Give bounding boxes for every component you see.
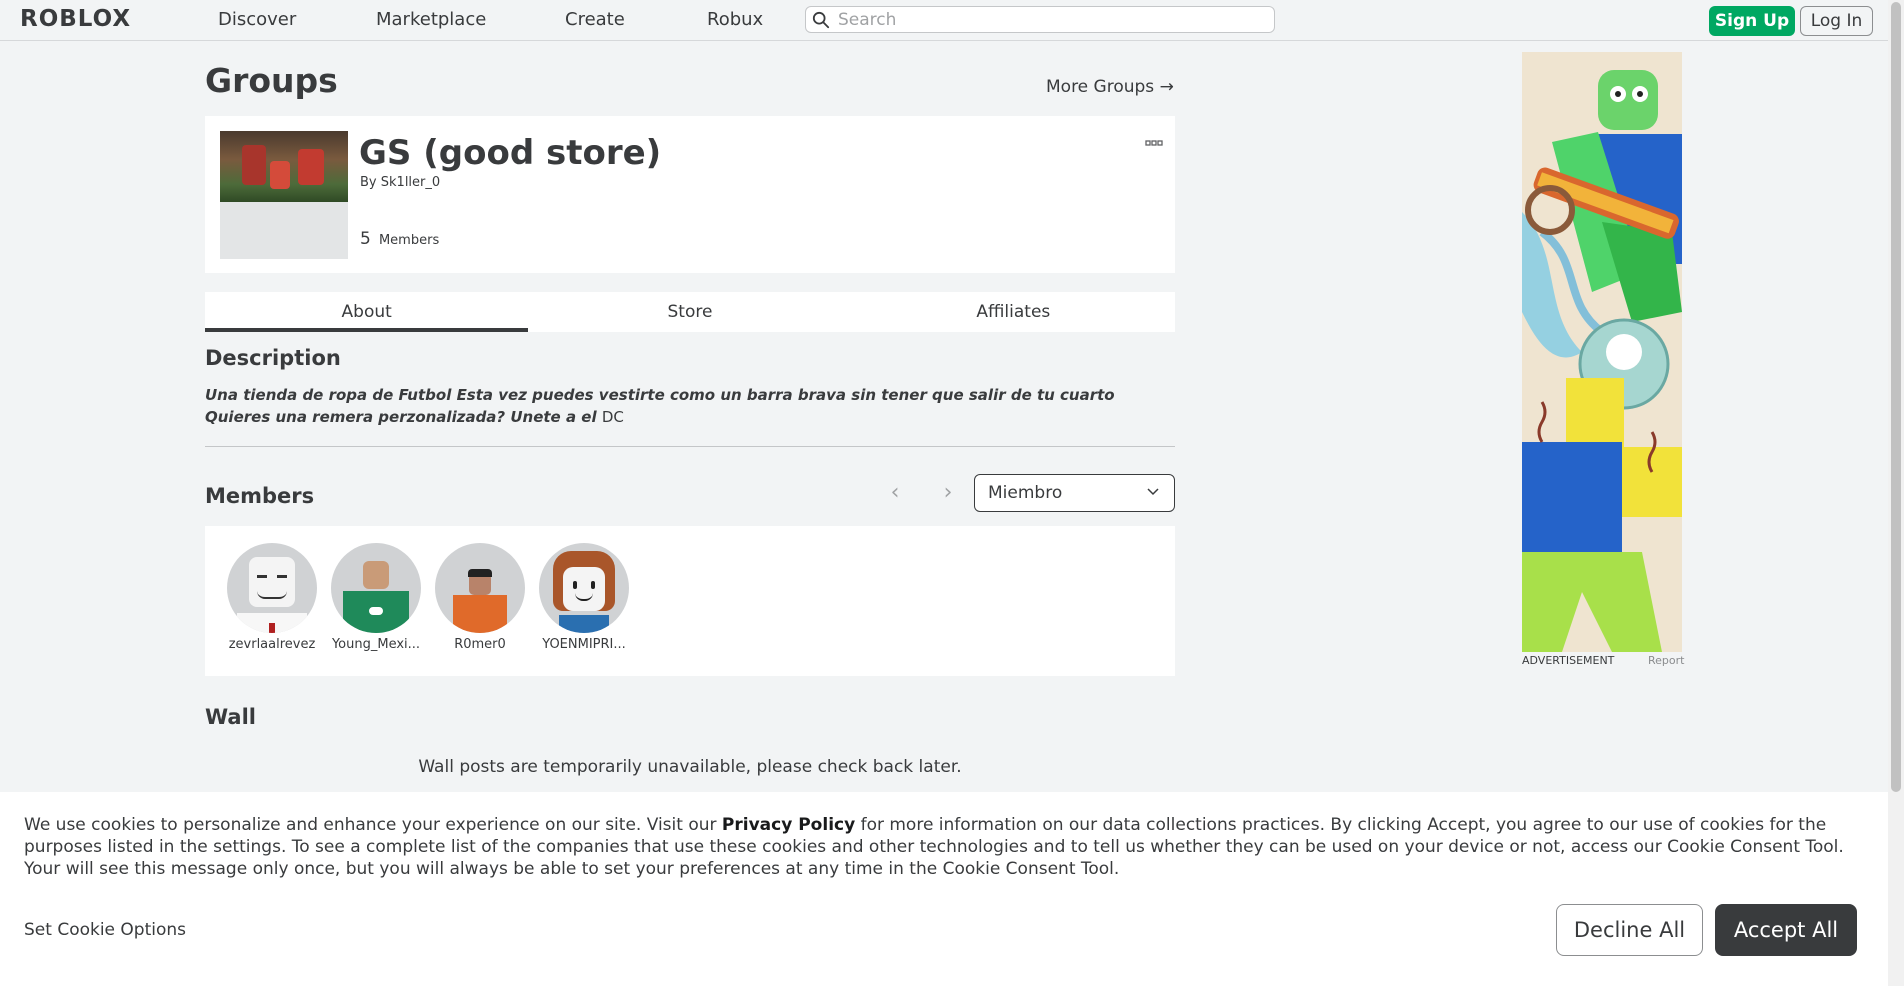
group-emblem-photo — [220, 131, 348, 202]
member-card[interactable]: YOENMIPRI... — [532, 543, 636, 652]
more-dots-icon[interactable] — [1145, 132, 1163, 151]
avatar — [227, 543, 317, 633]
search-box — [805, 6, 1275, 33]
privacy-policy-link[interactable]: Privacy Policy — [722, 815, 855, 835]
role-filter-value: Miembro — [988, 483, 1063, 503]
avatar-head — [563, 567, 605, 611]
cookie-consent-banner: We use cookies to personalize and enhanc… — [0, 792, 1888, 986]
description-text: Una tienda de ropa de Futbol Esta vez pu… — [205, 386, 1115, 426]
figure-shape — [298, 149, 324, 185]
group-owner-line: By Sk1ller_0 — [360, 175, 440, 190]
roblox-logo[interactable]: ROBLOX — [20, 6, 131, 32]
report-ad-link[interactable]: Report — [1648, 654, 1684, 667]
chevron-down-icon — [1147, 488, 1159, 496]
member-name: YOENMIPRI... — [542, 637, 626, 652]
group-header-card: GS (good store) By Sk1ller_0 5 Members — [205, 116, 1175, 273]
group-name: GS (good store) — [359, 133, 662, 173]
cookie-consent-text: We use cookies to personalize and enhanc… — [24, 814, 1864, 880]
avatar-logo — [369, 607, 383, 615]
member-name: R0mer0 — [454, 637, 506, 652]
log-in-button[interactable]: Log In — [1800, 6, 1873, 36]
avatar — [539, 543, 629, 633]
members-list: zevrlaalrevez Young_Mexi... R0mer0 YOENM… — [205, 526, 1175, 676]
advertisement-image — [1522, 52, 1682, 652]
top-navigation-bar: ROBLOX Discover Marketplace Create Robux… — [0, 0, 1888, 41]
nav-link-discover[interactable]: Discover — [218, 9, 296, 30]
avatar-body — [559, 615, 609, 633]
avatar-body — [453, 595, 507, 633]
tab-about[interactable]: About — [205, 292, 529, 332]
figure-shape — [270, 161, 290, 189]
advertisement-banner[interactable] — [1522, 52, 1682, 652]
avatar-mouth — [257, 591, 287, 599]
group-owner-link[interactable]: Sk1ller_0 — [381, 175, 440, 190]
search-icon — [812, 11, 830, 29]
members-heading: Members — [205, 484, 315, 508]
avatar-hair — [468, 569, 492, 577]
member-name: zevrlaalrevez — [228, 637, 316, 652]
avatar-eye — [573, 581, 577, 589]
avatar-head — [363, 561, 389, 589]
page-scrollbar[interactable] — [1888, 0, 1904, 986]
member-count: 5 Members — [360, 229, 439, 249]
member-count-number: 5 — [360, 229, 371, 249]
group-tabs: About Store Affiliates — [205, 292, 1175, 332]
member-card[interactable]: zevrlaalrevez — [220, 543, 324, 652]
member-name: Young_Mexi... — [331, 637, 421, 652]
member-card[interactable]: R0mer0 — [428, 543, 532, 652]
description-suffix: DC — [601, 408, 624, 426]
avatar-head — [249, 557, 295, 607]
scrollbar-thumb[interactable] — [1891, 2, 1901, 792]
nav-link-robux[interactable]: Robux — [707, 9, 763, 30]
nav-link-create[interactable]: Create — [565, 9, 625, 30]
page-title: Groups — [205, 61, 338, 100]
more-dots-icon-glyph — [1145, 140, 1163, 146]
role-filter-dropdown[interactable]: Miembro — [974, 474, 1175, 512]
wall-heading: Wall — [205, 705, 256, 729]
avatar-tie — [269, 623, 275, 633]
member-card[interactable]: Young_Mexi... — [324, 543, 428, 652]
cookie-text-before: We use cookies to personalize and enhanc… — [24, 815, 717, 835]
avatar — [331, 543, 421, 633]
search-input[interactable] — [838, 7, 1258, 32]
tab-affiliates[interactable]: Affiliates — [852, 292, 1175, 332]
accept-all-button[interactable]: Accept All — [1715, 904, 1857, 956]
set-cookie-options-link[interactable]: Set Cookie Options — [24, 920, 186, 940]
tab-store[interactable]: Store — [528, 292, 851, 332]
figure-shape — [242, 145, 266, 185]
member-count-label: Members — [378, 233, 440, 248]
wall-unavailable-message: Wall posts are temporarily unavailable, … — [418, 757, 962, 777]
nav-link-marketplace[interactable]: Marketplace — [376, 9, 486, 30]
section-divider — [205, 446, 1175, 447]
chevron-left-icon[interactable]: ‹ — [885, 480, 905, 505]
avatar-eye — [591, 581, 595, 589]
description-heading: Description — [205, 346, 341, 370]
avatar — [435, 543, 525, 633]
group-emblem — [220, 131, 348, 259]
avatar-eye — [277, 575, 287, 578]
more-groups-link[interactable]: More Groups → — [1046, 77, 1174, 97]
sign-up-button[interactable]: Sign Up — [1709, 6, 1795, 36]
decline-all-button[interactable]: Decline All — [1556, 904, 1703, 956]
chevron-right-icon[interactable]: › — [938, 480, 958, 505]
advertisement-label: ADVERTISEMENT — [1522, 654, 1615, 667]
by-label: By — [360, 175, 377, 190]
group-description: Una tienda de ropa de Futbol Esta vez pu… — [205, 384, 1175, 428]
avatar-eye — [257, 575, 267, 578]
